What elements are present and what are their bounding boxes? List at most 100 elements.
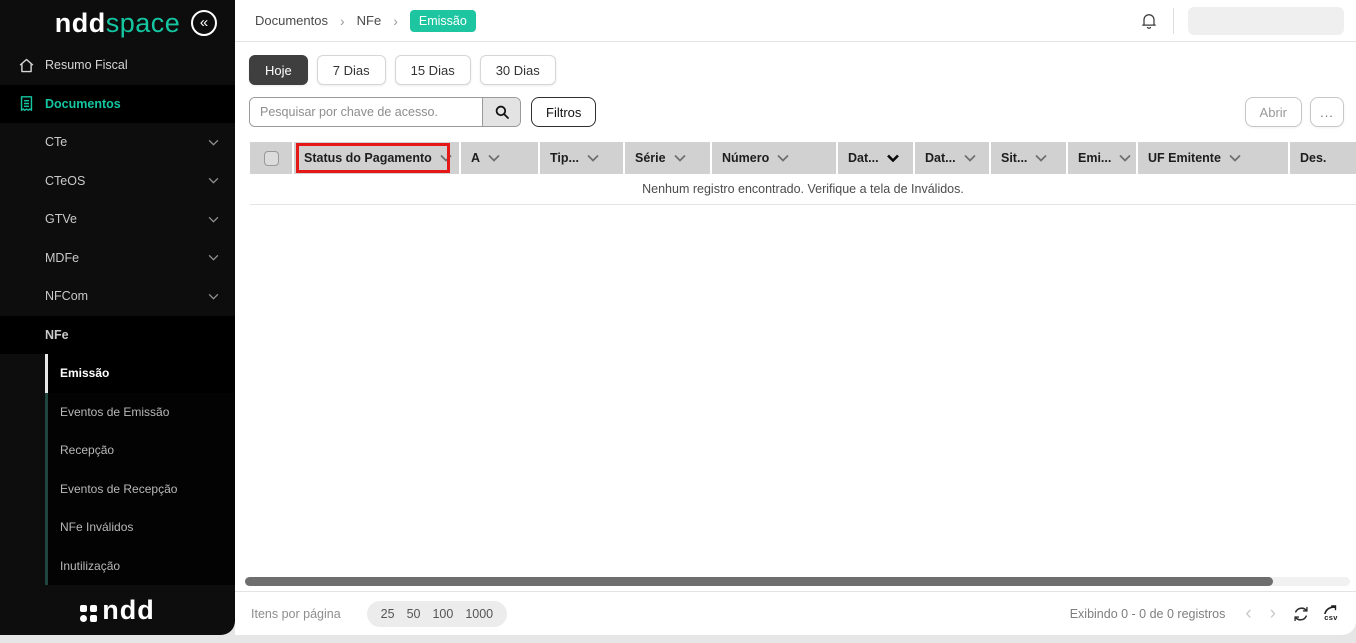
page-size-50[interactable]: 50 <box>407 607 421 621</box>
page-size-25[interactable]: 25 <box>381 607 395 621</box>
sidebar-item-mdfe[interactable]: MDFe <box>0 239 235 278</box>
column-tipo[interactable]: Tip... <box>540 142 625 174</box>
breadcrumb-nfe[interactable]: NFe <box>357 13 382 28</box>
sidebar-collapse-button[interactable]: « <box>191 10 217 36</box>
sidebar-item-cte[interactable]: CTe <box>0 123 235 162</box>
sidebar-subitem-recepcao[interactable]: Recepção <box>0 431 235 470</box>
column-label: Des. <box>1300 151 1326 165</box>
sidebar-subitem-nfe-invalidos[interactable]: NFe Inválidos <box>0 508 235 547</box>
logo-ndd: ndd <box>55 8 106 38</box>
sidebar-item-documentos[interactable]: Documentos <box>0 85 235 124</box>
notification-bell-icon[interactable] <box>1139 10 1159 32</box>
column-status-do-pagamento[interactable]: Status do Pagamento <box>294 142 461 174</box>
sidebar-item-label: NFe Inválidos <box>60 520 133 534</box>
search-input[interactable] <box>250 98 482 126</box>
chevron-down-icon[interactable] <box>964 154 976 162</box>
column-serie[interactable]: Série <box>625 142 712 174</box>
horizontal-scrollbar-thumb[interactable] <box>245 577 1273 586</box>
sidebar-logo-row: nddspace « <box>0 0 235 46</box>
tab-30-dias[interactable]: 30 Dias <box>480 55 556 85</box>
main-content: Documentos › NFe › Emissão Hoje 7 Dias 1… <box>235 0 1356 635</box>
page-size-1000[interactable]: 1000 <box>465 607 493 621</box>
tab-15-dias[interactable]: 15 Dias <box>395 55 471 85</box>
column-label: Sit... <box>1001 151 1027 165</box>
sidebar-item-gtve[interactable]: GTVe <box>0 200 235 239</box>
sidebar-item-label: Inutilização <box>60 559 120 573</box>
breadcrumb-separator: › <box>393 13 398 29</box>
column-data-2[interactable]: Dat... <box>915 142 991 174</box>
sidebar-item-label: Recepção <box>60 443 114 457</box>
column-label: Tip... <box>550 151 579 165</box>
select-all-checkbox[interactable] <box>264 151 279 166</box>
logo-space: space <box>106 8 181 38</box>
sidebar-item-nfcom[interactable]: NFCom <box>0 277 235 316</box>
sidebar-item-label: CTe <box>45 135 67 149</box>
chevron-down-icon[interactable] <box>777 154 789 162</box>
ndd-dots-icon <box>80 605 97 622</box>
records-summary: Exibindo 0 - 0 de 0 registros <box>1070 607 1226 621</box>
abrir-button[interactable]: Abrir <box>1245 97 1302 127</box>
select-all-cell <box>250 142 294 174</box>
filtros-button[interactable]: Filtros <box>531 97 596 127</box>
export-csv-button[interactable]: csv <box>1324 605 1338 622</box>
topbar: Documentos › NFe › Emissão <box>235 0 1356 42</box>
chevron-down-icon[interactable] <box>1035 154 1047 162</box>
items-per-page-label: Itens por página <box>251 607 341 621</box>
column-emitente[interactable]: Emi... <box>1068 142 1138 174</box>
sidebar-item-cteos[interactable]: CTeOS <box>0 162 235 201</box>
previous-page-icon[interactable]: ‹ <box>1243 604 1253 623</box>
search-button[interactable] <box>482 98 520 126</box>
tab-7-dias[interactable]: 7 Dias <box>317 55 386 85</box>
horizontal-scrollbar-track[interactable] <box>245 577 1350 586</box>
sidebar-item-label: Resumo Fiscal <box>45 58 128 72</box>
sidebar-subitem-emissao[interactable]: Emissão <box>0 354 235 393</box>
chevron-down-icon[interactable] <box>488 154 500 162</box>
collapse-icon: « <box>200 14 208 31</box>
breadcrumb-current-badge: Emissão <box>410 10 476 32</box>
search-group <box>249 97 521 127</box>
breadcrumb: Documentos › NFe › Emissão <box>255 10 476 32</box>
chevron-down-icon[interactable] <box>1229 154 1241 162</box>
column-label: Status do Pagamento <box>304 151 432 165</box>
column-label: Dat... <box>925 151 956 165</box>
column-numero[interactable]: Número <box>712 142 838 174</box>
next-page-icon[interactable]: › <box>1268 604 1278 623</box>
more-options-button[interactable]: ... <box>1310 97 1344 127</box>
tab-hoje[interactable]: Hoje <box>249 55 308 85</box>
chevron-down-icon <box>208 177 219 184</box>
chevron-down-sorted-icon[interactable] <box>887 154 899 162</box>
chevron-down-icon[interactable] <box>1119 154 1131 162</box>
app-frame: nddspace « Resumo Fiscal Documentos CTe … <box>0 0 1356 635</box>
empty-state-message: Nenhum registro encontrado. Verifique a … <box>642 182 964 196</box>
sidebar-item-resumo-fiscal[interactable]: Resumo Fiscal <box>0 46 235 85</box>
sidebar-subitem-eventos-de-emissao[interactable]: Eventos de Emissão <box>0 393 235 432</box>
chevron-down-icon <box>208 254 219 261</box>
column-label: UF Emitente <box>1148 151 1221 165</box>
sidebar-item-label: Emissão <box>60 366 109 380</box>
sidebar-item-nfe[interactable]: NFe <box>0 316 235 355</box>
column-destinatario[interactable]: Des. <box>1290 142 1356 174</box>
column-data-sorted[interactable]: Dat... <box>838 142 915 174</box>
chevron-down-icon[interactable] <box>587 154 599 162</box>
receipt-icon <box>18 95 35 112</box>
refresh-button[interactable] <box>1292 605 1310 623</box>
column-situacao[interactable]: Sit... <box>991 142 1068 174</box>
column-a[interactable]: A <box>461 142 540 174</box>
user-account-area[interactable] <box>1188 7 1344 35</box>
sidebar-subitem-eventos-de-recepcao[interactable]: Eventos de Recepção <box>0 470 235 509</box>
sidebar-subitem-inutilizacao[interactable]: Inutilização <box>0 547 235 586</box>
chevron-down-icon[interactable] <box>674 154 686 162</box>
home-icon <box>18 57 35 74</box>
column-uf-emitente[interactable]: UF Emitente <box>1138 142 1290 174</box>
topbar-right <box>1139 7 1344 35</box>
page-size-100[interactable]: 100 <box>432 607 453 621</box>
refresh-icon <box>1292 605 1310 623</box>
csv-label: csv <box>1324 614 1337 622</box>
breadcrumb-documentos[interactable]: Documentos <box>255 13 328 28</box>
controls-row: Filtros Abrir ... <box>249 97 1344 127</box>
chevron-down-icon[interactable] <box>440 154 452 162</box>
empty-state-row: Nenhum registro encontrado. Verifique a … <box>250 174 1356 205</box>
nddspace-logo: nddspace <box>55 8 181 39</box>
sidebar-item-label: NFe <box>45 328 69 342</box>
column-label: Emi... <box>1078 151 1111 165</box>
